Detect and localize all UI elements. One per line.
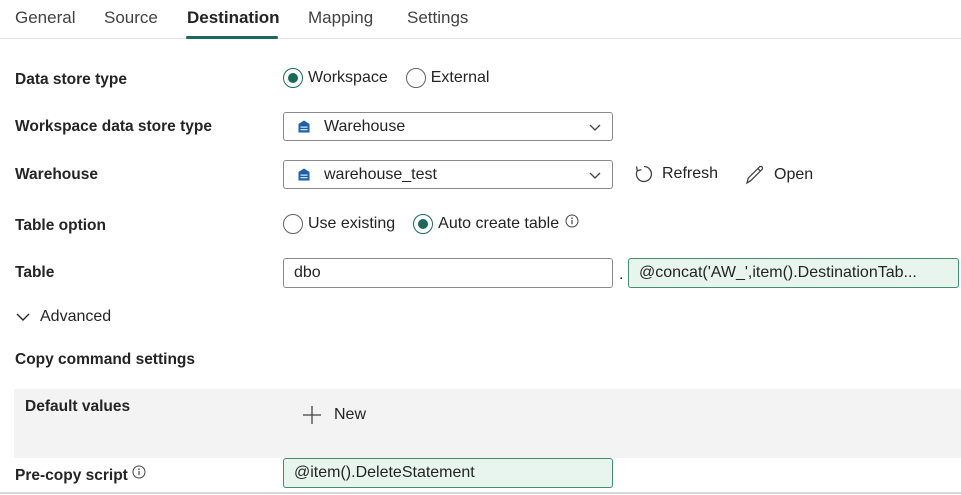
- radio-workspace-indicator[interactable]: [283, 68, 303, 88]
- advanced-label: Advanced: [40, 308, 112, 325]
- data-store-type-label: Data store type: [15, 71, 127, 88]
- pre-copy-script-value: @item().DeleteStatement: [294, 464, 475, 481]
- radio-workspace-label: Workspace: [308, 69, 388, 86]
- tab-settings[interactable]: Settings: [407, 8, 468, 28]
- radio-use-existing-label: Use existing: [308, 215, 396, 232]
- data-store-type-radio-group: Workspace External: [283, 68, 507, 88]
- chevron-down-icon: [589, 124, 601, 131]
- tab-destination[interactable]: Destination: [187, 8, 280, 28]
- tab-mapping[interactable]: Mapping: [308, 8, 373, 28]
- default-values-panel: Default values New: [14, 389, 961, 458]
- radio-workspace[interactable]: Workspace: [283, 68, 388, 88]
- pencil-icon: [745, 165, 764, 185]
- chevron-down-icon: [16, 313, 30, 321]
- tab-bar: General Source Destination Mapping Setti…: [0, 0, 961, 39]
- table-name-expression-value: @concat('AW_',item().DestinationTab...: [639, 264, 917, 281]
- refresh-label: Refresh: [662, 165, 719, 182]
- copy-command-settings-label: Copy command settings: [15, 351, 195, 368]
- new-default-value-button[interactable]: New: [302, 405, 366, 425]
- table-name-expression-input[interactable]: @concat('AW_',item().DestinationTab...: [628, 258, 959, 288]
- refresh-button[interactable]: Refresh: [634, 164, 718, 184]
- table-schema-value: dbo: [294, 264, 321, 281]
- active-tab-indicator: [186, 36, 278, 39]
- table-option-label: Table option: [15, 217, 106, 234]
- workspace-store-type-label: Workspace data store type: [15, 118, 212, 135]
- new-label: New: [334, 406, 367, 423]
- radio-auto-create-table[interactable]: Auto create table: [413, 214, 579, 234]
- tab-source[interactable]: Source: [104, 8, 158, 28]
- radio-external-label: External: [430, 69, 490, 86]
- pre-copy-script-label-text: Pre-copy script: [15, 467, 128, 484]
- radio-external-indicator[interactable]: [405, 68, 426, 88]
- table-separator: .: [619, 266, 624, 283]
- warehouse-icon: [298, 120, 310, 133]
- warehouse-icon: [298, 168, 310, 181]
- table-label: Table: [15, 264, 55, 281]
- plus-icon: [303, 406, 321, 424]
- bottom-divider: [0, 492, 961, 494]
- radio-external[interactable]: External: [405, 68, 490, 88]
- advanced-toggle[interactable]: Advanced: [15, 308, 111, 326]
- workspace-store-type-dropdown[interactable]: Warehouse: [283, 112, 613, 141]
- radio-use-existing-indicator[interactable]: [283, 214, 303, 234]
- info-icon[interactable]: [565, 214, 579, 228]
- radio-use-existing[interactable]: Use existing: [283, 214, 395, 234]
- tab-general[interactable]: General: [15, 8, 75, 28]
- refresh-icon: [635, 165, 653, 183]
- warehouse-value: warehouse_test: [324, 165, 437, 183]
- warehouse-label: Warehouse: [15, 166, 98, 183]
- table-option-radio-group: Use existing Auto create table: [283, 214, 597, 234]
- open-label: Open: [774, 166, 814, 183]
- default-values-label: Default values: [25, 398, 131, 415]
- open-button[interactable]: Open: [744, 164, 813, 186]
- pre-copy-script-input[interactable]: @item().DeleteStatement: [283, 458, 613, 488]
- warehouse-dropdown[interactable]: warehouse_test: [283, 160, 613, 189]
- pre-copy-script-label: Pre-copy script: [15, 465, 146, 485]
- info-icon[interactable]: [132, 465, 146, 479]
- radio-auto-create-label: Auto create table: [438, 215, 560, 232]
- chevron-down-icon: [589, 172, 601, 179]
- workspace-store-type-value: Warehouse: [324, 117, 406, 135]
- table-schema-input[interactable]: dbo: [283, 258, 613, 288]
- radio-auto-create-indicator[interactable]: [413, 214, 434, 234]
